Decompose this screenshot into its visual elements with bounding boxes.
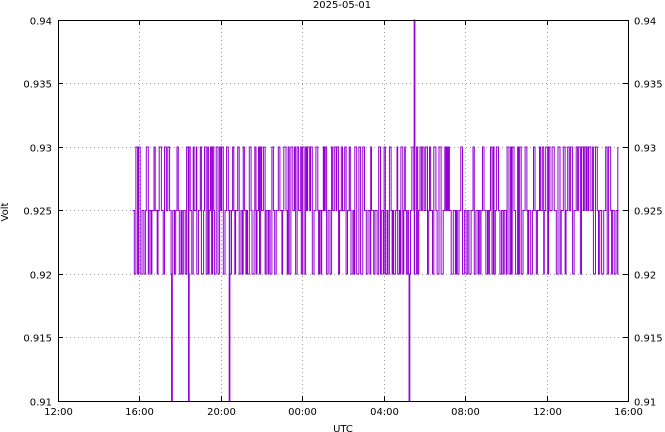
y-tick-label: 0.92: [30, 271, 52, 282]
x-tick-label: 00:00: [288, 407, 317, 418]
x-tick-label: 20:00: [207, 407, 236, 418]
x-tick-label: 16:00: [614, 407, 643, 418]
x-axis-label: UTC: [333, 424, 353, 432]
y-tick-label-right: 0.93: [634, 144, 656, 155]
y-tick-label-right: 0.935: [634, 80, 663, 91]
x-tick-label: 12:00: [44, 407, 73, 418]
x-tick-label: 04:00: [370, 407, 399, 418]
y-axis-left: 0.910.9150.920.9250.930.9350.94: [23, 17, 63, 409]
x-tick-label: 16:00: [125, 407, 154, 418]
voltage-chart: 2025-05-01 0.910.9150.920.9250.930.9350.…: [0, 0, 663, 432]
x-tick-label: 12:00: [533, 407, 562, 418]
y-tick-label-right: 0.925: [634, 207, 663, 218]
y-tick-label: 0.93: [30, 144, 52, 155]
series-line: [132, 19, 619, 402]
y-tick-label-right: 0.915: [634, 334, 663, 345]
y-tick-label: 0.915: [23, 334, 52, 345]
series-volt: [132, 19, 619, 402]
y-tick-label: 0.94: [30, 17, 52, 28]
x-tick-label: 08:00: [451, 407, 480, 418]
y-tick-label: 0.925: [23, 207, 52, 218]
chart-title: 2025-05-01: [313, 0, 371, 11]
y-tick-label-right: 0.92: [634, 271, 656, 282]
y-axis-label: Volt: [0, 202, 11, 221]
y-tick-label: 0.935: [23, 80, 52, 91]
y-tick-label-right: 0.94: [634, 17, 656, 28]
